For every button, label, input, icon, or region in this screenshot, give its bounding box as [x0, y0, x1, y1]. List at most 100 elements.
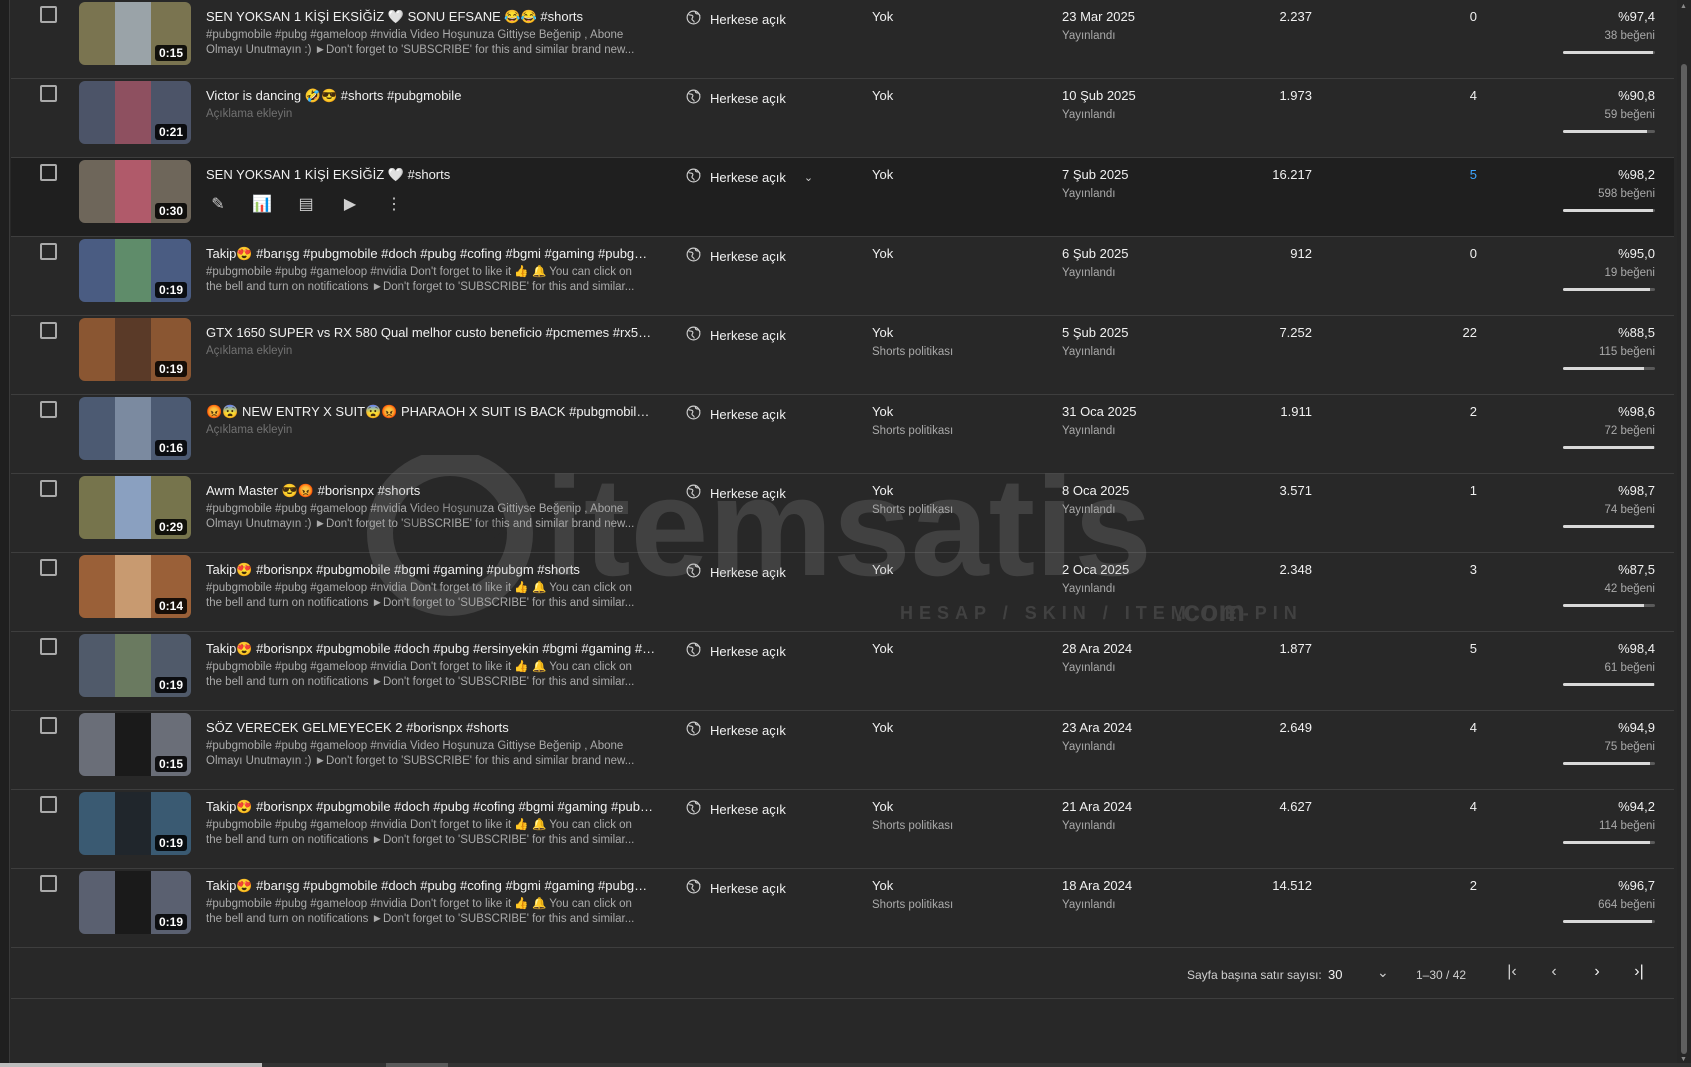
chevron-down-icon[interactable]: ⌄ — [804, 171, 813, 184]
video-thumbnail[interactable]: 0:19 — [79, 792, 191, 855]
video-thumbnail[interactable]: 0:19 — [79, 239, 191, 302]
visibility-cell[interactable]: Herkese açık ⌄ — [685, 167, 813, 187]
vertical-scrollbar[interactable]: ▲ ▼ — [1677, 0, 1691, 1067]
comments-icon[interactable]: ▤ — [294, 192, 318, 216]
row-checkbox[interactable] — [40, 638, 57, 655]
likes-percent: %88,5 — [1618, 325, 1655, 340]
video-thumbnail[interactable]: 0:19 — [79, 634, 191, 697]
video-thumbnail[interactable]: 0:21 — [79, 81, 191, 144]
table-row[interactable]: 0:19 Takip😍 #borisnpx #pubgmobile #doch … — [11, 632, 1674, 711]
video-title[interactable]: Takip😍 #barışg #pubgmobile #doch #pubg #… — [206, 246, 656, 262]
restriction-sub: Shorts politikası — [872, 504, 954, 516]
table-row[interactable]: 0:19 Takip😍 #barışg #pubgmobile #doch #p… — [11, 237, 1674, 316]
youtube-icon[interactable]: ▶ — [338, 192, 362, 216]
date-value: 23 Ara 2024 — [1062, 720, 1133, 735]
video-duration: 0:19 — [154, 835, 187, 851]
likes-count: 38 beğeni — [1604, 30, 1655, 42]
video-thumbnail[interactable]: 0:19 — [79, 871, 191, 934]
video-title[interactable]: SEN YOKSAN 1 KİŞİ EKSİĞİZ 🤍 #shorts — [206, 167, 656, 183]
comments-count: 5 — [1469, 641, 1477, 656]
row-checkbox[interactable] — [40, 85, 57, 102]
row-checkbox[interactable] — [40, 875, 57, 892]
edit-pencil-icon[interactable]: ✎ — [206, 192, 230, 216]
scroll-up-icon[interactable]: ▲ — [1680, 3, 1687, 10]
likes-bar-fill — [1563, 51, 1653, 54]
row-checkbox[interactable] — [40, 401, 57, 418]
video-title[interactable]: Takip😍 #barışg #pubgmobile #doch #pubg #… — [206, 878, 656, 894]
first-page-icon[interactable]: |‹ — [1500, 963, 1524, 981]
table-row[interactable]: 0:29 Awm Master 😎😡 #borisnpx #shorts #pu… — [11, 474, 1674, 553]
row-checkbox[interactable] — [40, 164, 57, 181]
prev-page-icon[interactable]: ‹ — [1542, 963, 1566, 981]
last-page-icon[interactable]: ›| — [1627, 963, 1651, 981]
rows-per-page-dropdown-icon[interactable]: ⌄ — [1377, 964, 1389, 981]
comments-count[interactable]: 5 — [1470, 167, 1477, 182]
table-row[interactable]: 0:19 Takip😍 #borisnpx #pubgmobile #doch … — [11, 790, 1674, 869]
table-row[interactable]: 0:14 Takip😍 #borisnpx #pubgmobile #bgmi … — [11, 553, 1674, 632]
video-description: #pubgmobile #pubg #gameloop #nvidia Vide… — [206, 740, 635, 767]
analytics-icon[interactable]: 📊 — [250, 192, 274, 216]
table-row[interactable]: 0:19 Takip😍 #barışg #pubgmobile #doch #p… — [11, 869, 1674, 948]
video-thumbnail[interactable]: 0:15 — [79, 2, 191, 65]
likes-cell: %98,4 61 beğeni — [1604, 641, 1655, 674]
video-duration: 0:30 — [154, 203, 187, 219]
more-options-icon[interactable]: ⋮ — [382, 192, 406, 216]
table-row[interactable]: 0:21 Victor is dancing 🤣😎 #shorts #pubgm… — [11, 79, 1674, 158]
visibility-label: Herkese açık — [710, 169, 786, 185]
next-page-icon[interactable]: › — [1585, 963, 1609, 981]
likes-cell: %96,7 664 beğeni — [1598, 878, 1655, 911]
video-title[interactable]: GTX 1650 SUPER vs RX 580 Qual melhor cus… — [206, 325, 656, 340]
comments-count: 4 — [1469, 720, 1477, 735]
likes-percent: %98,6 — [1618, 404, 1655, 419]
video-title[interactable]: Takip😍 #borisnpx #pubgmobile #doch #pubg… — [206, 641, 656, 657]
date-value: 2 Oca 2025 — [1062, 562, 1130, 577]
video-title[interactable]: Takip😍 #borisnpx #pubgmobile #doch #pubg… — [206, 799, 656, 815]
horizontal-scrollbar-thumb[interactable] — [0, 1063, 262, 1067]
horizontal-scrollbar[interactable] — [0, 1063, 1691, 1067]
date-status: Yayınlandı — [1062, 109, 1116, 121]
video-thumbnail[interactable]: 0:14 — [79, 555, 191, 618]
table-row[interactable]: 0:15 SEN YOKSAN 1 KİŞİ EKSİĞİZ 🤍 SONU EF… — [11, 0, 1674, 79]
comments-count: 1 — [1469, 483, 1477, 498]
likes-bar-fill — [1563, 130, 1647, 133]
likes-bar — [1563, 288, 1655, 291]
video-thumbnail[interactable]: 0:30 — [79, 160, 191, 223]
row-checkbox[interactable] — [40, 796, 57, 813]
video-thumbnail[interactable]: 0:15 — [79, 713, 191, 776]
globe-icon — [685, 799, 702, 819]
video-description[interactable]: Açıklama ekleyin — [206, 423, 646, 438]
rows-per-page-label: Sayfa başına satır sayısı: — [1187, 968, 1322, 982]
table-row[interactable]: 0:16 😡😨 NEW ENTRY X SUIT😨😡 PHARAOH X SUI… — [11, 395, 1674, 474]
video-title[interactable]: SÖZ VERECEK GELMEYECEK 2 #borisnpx #shor… — [206, 720, 656, 735]
row-checkbox[interactable] — [40, 6, 57, 23]
video-title[interactable]: Awm Master 😎😡 #borisnpx #shorts — [206, 483, 656, 499]
table-row[interactable]: 0:15 SÖZ VERECEK GELMEYECEK 2 #borisnpx … — [11, 711, 1674, 790]
video-title[interactable]: Takip😍 #borisnpx #pubgmobile #bgmi #gami… — [206, 562, 656, 578]
video-thumbnail[interactable]: 0:19 — [79, 318, 191, 381]
video-duration: 0:15 — [154, 756, 187, 772]
date-cell: 23 Mar 2025 Yayınlandı — [1062, 9, 1135, 42]
rows-per-page-value[interactable]: 30 — [1328, 967, 1342, 982]
video-title[interactable]: Victor is dancing 🤣😎 #shorts #pubgmobile — [206, 88, 656, 104]
horizontal-scrollbar-segment — [386, 1063, 448, 1067]
row-checkbox[interactable] — [40, 717, 57, 734]
likes-bar — [1563, 604, 1655, 607]
date-cell: 10 Şub 2025 Yayınlandı — [1062, 88, 1136, 121]
row-checkbox[interactable] — [40, 559, 57, 576]
date-status: Yayınlandı — [1062, 504, 1116, 516]
video-thumbnail[interactable]: 0:29 — [79, 476, 191, 539]
video-description[interactable]: Açıklama ekleyin — [206, 107, 646, 122]
row-checkbox[interactable] — [40, 243, 57, 260]
table-row[interactable]: 0:19 GTX 1650 SUPER vs RX 580 Qual melho… — [11, 316, 1674, 395]
row-checkbox[interactable] — [40, 322, 57, 339]
video-title[interactable]: 😡😨 NEW ENTRY X SUIT😨😡 PHARAOH X SUIT IS … — [206, 404, 656, 420]
date-value: 6 Şub 2025 — [1062, 246, 1129, 261]
table-row[interactable]: 0:30 SEN YOKSAN 1 KİŞİ EKSİĞİZ 🤍 #shorts… — [11, 158, 1674, 237]
row-checkbox[interactable] — [40, 480, 57, 497]
scrollbar-thumb[interactable] — [1681, 64, 1687, 1054]
scroll-down-icon[interactable]: ▼ — [1680, 1056, 1687, 1063]
video-description[interactable]: Açıklama ekleyin — [206, 344, 646, 359]
video-title[interactable]: SEN YOKSAN 1 KİŞİ EKSİĞİZ 🤍 SONU EFSANE … — [206, 9, 656, 25]
likes-cell: %95,0 19 beğeni — [1604, 246, 1655, 279]
video-thumbnail[interactable]: 0:16 — [79, 397, 191, 460]
